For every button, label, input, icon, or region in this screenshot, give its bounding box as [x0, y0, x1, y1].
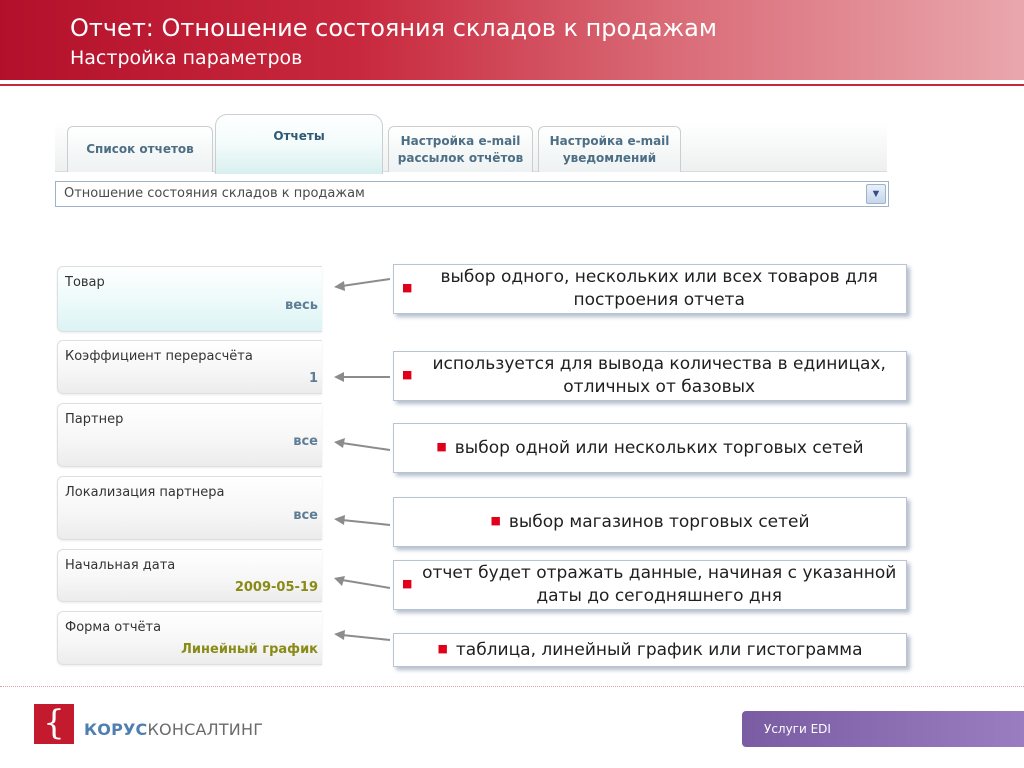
- param-label: Товар: [65, 275, 105, 290]
- callout-text: используется для вывода количества в еди…: [432, 354, 886, 397]
- arrow-icon: [334, 576, 391, 589]
- tab-label: Настройка e-mail уведомлений: [549, 133, 670, 165]
- callout-text: выбор одного, нескольких или всех товаро…: [440, 267, 878, 310]
- tab-report-list[interactable]: Список отчетов: [67, 126, 213, 172]
- callout-text: выбор магазинов торговых сетей: [508, 511, 810, 532]
- param-value: все: [293, 508, 318, 523]
- param-value: все: [293, 434, 318, 449]
- arrow-icon: [334, 372, 390, 382]
- param-label: Коэффициент перерасчёта: [65, 349, 253, 364]
- param-label: Партнер: [65, 412, 124, 427]
- param-label: Начальная дата: [65, 558, 176, 573]
- tab-label: Список отчетов: [86, 142, 194, 156]
- chevron-down-icon[interactable]: ▼: [866, 184, 886, 204]
- param-value: весь: [285, 298, 318, 313]
- param-value: 1: [308, 371, 318, 386]
- param-coefficient[interactable]: Коэффициент перерасчёта 1: [57, 340, 322, 394]
- callout-partner: ■ выбор одной или нескольких торговых се…: [393, 423, 907, 473]
- tab-email-notifications[interactable]: Настройка e-mail уведомлений: [538, 126, 681, 172]
- slide-subtitle: Настройка параметров: [70, 47, 303, 69]
- callout-text: таблица, линейный график или гистограмма: [455, 639, 863, 660]
- arrow-icon: [334, 278, 391, 291]
- param-label: Форма отчёта: [65, 620, 162, 635]
- slide-title: Отчет: Отношение состояния складов к про…: [70, 14, 717, 42]
- tab-label: Отчеты: [273, 129, 325, 143]
- service-badge: Услуги EDI: [742, 711, 1024, 747]
- slide-header: Отчет: Отношение состояния складов к про…: [0, 0, 1024, 80]
- tab-reports[interactable]: Отчеты: [215, 114, 383, 174]
- callout-report-form: ■ таблица, линейный график или гистограм…: [393, 633, 907, 667]
- logo-bold: КОРУС: [84, 720, 148, 739]
- footer-divider: [0, 686, 1024, 687]
- param-partner[interactable]: Партнер все: [57, 403, 322, 467]
- tab-label: Настройка e-mail рассылок отчётов: [397, 133, 524, 165]
- report-select[interactable]: Отношение состояния складов к продажам: [55, 181, 889, 207]
- callout-coefficient: ■ используется для вывода количества в е…: [393, 351, 907, 401]
- callout-start-date: ■ отчет будет отражать данные, начиная с…: [393, 560, 907, 610]
- tab-email-reports[interactable]: Настройка e-mail рассылок отчётов: [388, 126, 533, 172]
- bullet-icon: ■: [436, 439, 447, 453]
- logo-mark: {: [34, 704, 74, 744]
- callout-location: ■ выбор магазинов торговых сетей: [393, 497, 907, 547]
- param-partner-location[interactable]: Локализация партнера все: [57, 476, 322, 540]
- bullet-icon: ■: [402, 280, 413, 294]
- logo-rest: КОНСАЛТИНГ: [147, 720, 264, 739]
- arrow-icon: [334, 630, 391, 641]
- callout-product: ■ выбор одного, нескольких или всех това…: [393, 264, 907, 314]
- bullet-icon: ■: [402, 367, 413, 381]
- bullet-icon: ■: [437, 641, 448, 655]
- bullet-icon: ■: [490, 513, 501, 527]
- param-report-form[interactable]: Форма отчёта Линейный график: [57, 611, 322, 665]
- company-logo-text: КОРУСКОНСАЛТИНГ: [84, 720, 263, 739]
- callout-text: выбор одной или нескольких торговых сете…: [454, 437, 864, 458]
- param-start-date[interactable]: Начальная дата 2009-05-19: [57, 549, 322, 602]
- param-value: Линейный график: [181, 642, 318, 657]
- arrow-icon: [334, 515, 391, 526]
- param-label: Локализация партнера: [65, 485, 225, 500]
- header-divider: [0, 84, 1024, 86]
- param-product[interactable]: Товар весь: [57, 266, 322, 332]
- arrow-icon: [334, 438, 391, 451]
- param-value: 2009-05-19: [234, 580, 318, 595]
- bullet-icon: ■: [402, 576, 413, 590]
- callout-text: отчет будет отражать данные, начиная с у…: [422, 563, 897, 606]
